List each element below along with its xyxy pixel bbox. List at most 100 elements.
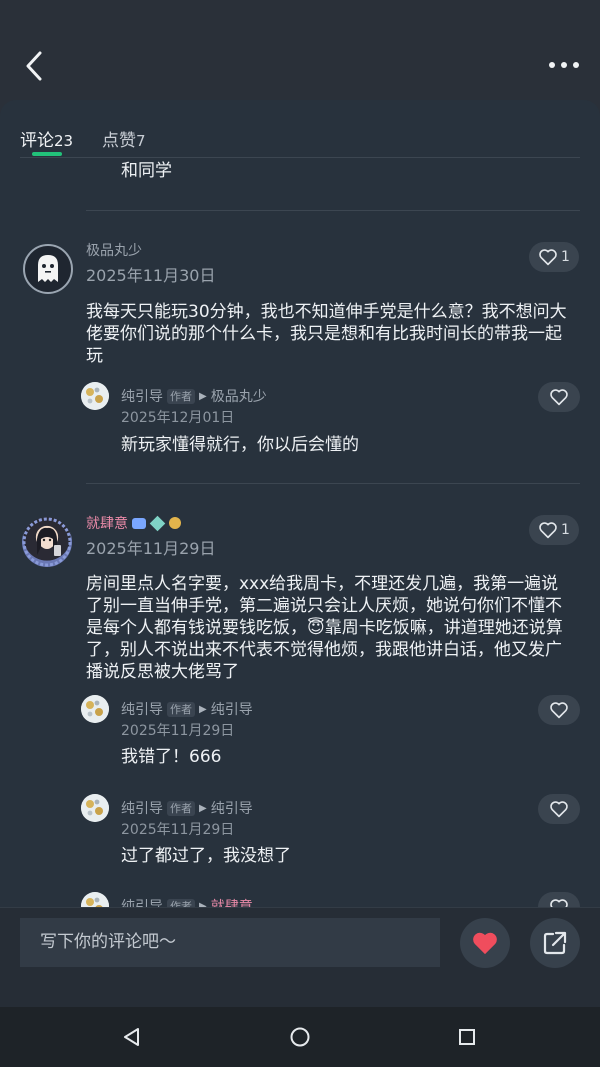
author-badge: 作者 [167,800,195,816]
tab-comments-count: 23 [54,132,74,150]
comment-user-row: 就肆意 [86,513,181,533]
chevron-left-icon [26,51,42,81]
comment-line: 了别一直当伸手党，第二遍说只会让人厌烦，她说句你们不懂不 [86,596,562,616]
heart-filled-icon [473,932,497,955]
tab-likes[interactable]: 点赞7 [102,126,146,151]
comment-divider [86,210,580,211]
comment-line: 是每个人都有钱说要钱吃饭，😇靠周卡吃饭嘛，讲道理她还说算 [86,618,563,638]
reply-avatar[interactable] [81,892,109,907]
reply-target[interactable]: 极品丸少 [211,386,267,406]
reply-target[interactable]: 纯引导 [211,699,253,719]
comment-username[interactable]: 极品丸少 [86,240,142,260]
heart-outline-icon [550,801,568,818]
reply-text: 过了都过了，我没想了 [121,846,291,866]
more-options-button[interactable] [546,50,582,80]
avatar[interactable] [22,517,72,567]
heart-outline-icon [550,702,568,719]
reply-target[interactable]: 纯引导 [211,798,253,818]
like-count: 1 [561,249,570,265]
heart-outline-icon [539,522,557,539]
tab-comments-label: 评论 [20,131,54,151]
comment-line: 了，别人不说出来不代表不觉得他烦，我跟他讲白话，他又发广 [86,640,562,660]
reply-text: 新玩家懂得就行，你以后会懂的 [121,435,359,455]
comment-line: 我每天只能玩30分钟，我也不知道伸手党是什么意？我不想问大 [86,302,567,322]
author-badge: 作者 [167,898,195,907]
reply-arrow-icon: ▶ [199,802,207,814]
reply-date: 2025年12月01日 [121,410,235,426]
comment-date: 2025年11月30日 [86,266,216,285]
comment-input-bar: 写下你的评论吧～ [0,907,600,1008]
reply-header: 纯引导 作者 ▶ 纯引导 [121,699,253,719]
nav-home-button[interactable] [288,1025,312,1049]
diamond-badge-icon [149,515,166,531]
avatar[interactable] [23,244,73,294]
top-bar [0,0,600,100]
heart-outline-icon [539,249,557,266]
comment-divider [86,483,580,484]
author-badge: 作者 [167,388,195,404]
reply-header: 纯引导 作者 ▶ 极品丸少 [121,386,267,406]
like-button[interactable] [538,794,580,824]
ghost-avatar-icon [38,255,58,282]
reply-arrow-icon: ▶ [199,390,207,402]
comment-line: 玩 [86,346,103,366]
comment-line: 房间里点人名字要，xxx给我周卡，不理还发几遍，我第一遍说 [86,574,559,594]
reply-date: 2025年11月29日 [121,822,235,838]
tab-likes-count: 7 [136,132,146,150]
nav-back-button[interactable] [120,1025,144,1049]
tab-bar: 评论23 点赞7 [0,100,600,158]
reply-avatar[interactable] [81,382,109,410]
reply-text: 我错了！666 [121,747,222,767]
comment-line: 播说反思被大佬骂了 [86,662,239,682]
tab-indicator [32,152,62,156]
back-button[interactable] [18,46,54,86]
system-navigation-bar [0,1007,600,1067]
more-dots-icon [549,62,579,68]
like-button[interactable]: 1 [529,515,579,545]
heart-outline-icon [550,899,568,907]
heart-outline-icon [550,389,568,406]
reply-arrow-icon: ▶ [199,703,207,715]
flower-avatar-icon [81,794,109,822]
share-icon [543,931,567,955]
reply-header: 纯引导 作者 ▶ 纯引导 [121,798,253,818]
like-post-button[interactable] [460,918,510,968]
comment-username[interactable]: 就肆意 [86,513,128,533]
comment-list[interactable]: 和同学 极品丸少 2025年11月30日 1 我每天只能玩30分钟，我也不知道伸… [0,158,600,907]
comment-input[interactable]: 写下你的评论吧～ [20,918,440,967]
reply-username[interactable]: 纯引导 [121,699,163,719]
reply-username[interactable]: 纯引导 [121,386,163,406]
tab-likes-label: 点赞 [102,131,136,151]
partial-reply-text: 和同学 [121,161,172,181]
like-button[interactable] [538,382,580,412]
like-button[interactable] [538,892,580,907]
reply-date: 2025年11月29日 [121,723,235,739]
medal-badge-icon [169,517,181,529]
author-badge: 作者 [167,701,195,717]
flower-avatar-icon [81,892,109,907]
comment-panel: 评论23 点赞7 和同学 极品丸少 2025年11月30日 1 我每天只能玩30… [0,100,600,907]
tab-comments[interactable]: 评论23 [20,126,73,151]
reply-target[interactable]: 就肆意 [211,896,253,907]
comment-line: 佬要你们说的那个什么卡，我只是想和有比我时间长的带我一起 [86,324,562,344]
reply-username[interactable]: 纯引导 [121,798,163,818]
flower-avatar-icon [81,382,109,410]
reply-header: 纯引导 作者 ▶ 就肆意 [121,896,253,907]
like-count: 1 [561,522,570,538]
reply-username[interactable]: 纯引导 [121,896,163,907]
comment-text: 我每天只能玩30分钟，我也不知道伸手党是什么意？我不想问大 佬要你们说的那个什么… [86,301,586,367]
reply-avatar[interactable] [81,794,109,822]
girl-avatar-icon [22,517,72,567]
nav-recents-button[interactable] [455,1025,479,1049]
gamepad-badge-icon [132,517,146,529]
like-button[interactable]: 1 [529,242,579,272]
circle-home-icon [290,1027,310,1047]
reply-avatar[interactable] [81,695,109,723]
flower-avatar-icon [81,695,109,723]
comment-text: 房间里点人名字要，xxx给我周卡，不理还发几遍，我第一遍说 了别一直当伸手党，第… [86,573,586,683]
triangle-back-icon [124,1028,139,1046]
share-button[interactable] [530,918,580,968]
comment-date: 2025年11月29日 [86,539,216,558]
like-button[interactable] [538,695,580,725]
square-recents-icon [459,1029,475,1045]
